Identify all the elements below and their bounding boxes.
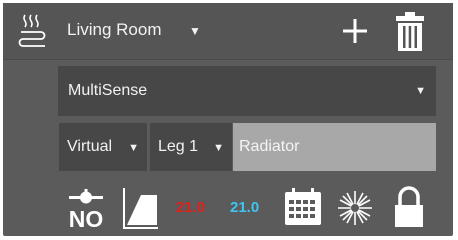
trash-icon[interactable] bbox=[395, 11, 425, 53]
calendar-icon[interactable] bbox=[283, 187, 323, 227]
header-bar: Living Room ▼ bbox=[3, 3, 453, 59]
valve-no-label: NO bbox=[69, 206, 104, 229]
room-select[interactable]: Living Room bbox=[67, 20, 162, 40]
leg-select[interactable]: Leg 1 ▼ bbox=[150, 123, 232, 171]
device-type-label: MultiSense bbox=[68, 82, 148, 99]
plus-icon[interactable] bbox=[341, 17, 369, 45]
sun-icon[interactable] bbox=[336, 189, 374, 227]
chevron-down-icon: ▼ bbox=[213, 142, 224, 154]
lock-icon[interactable] bbox=[393, 185, 425, 229]
header-divider bbox=[3, 59, 453, 60]
chevron-down-icon: ▼ bbox=[415, 85, 426, 97]
setpoint-temperature[interactable]: 21.0 bbox=[176, 199, 205, 216]
thermostat-panel: Living Room ▼ MultiSense ▼ Virtual ▼ Leg… bbox=[3, 3, 453, 236]
leg-label: Leg 1 bbox=[158, 138, 199, 155]
chevron-down-icon: ▼ bbox=[128, 142, 139, 154]
valve-no-icon[interactable]: NO bbox=[67, 187, 105, 232]
chevron-down-icon[interactable]: ▼ bbox=[189, 24, 201, 38]
valve-symbol-icon: NO bbox=[69, 189, 104, 232]
mode-select[interactable]: Virtual ▼ bbox=[59, 123, 147, 171]
current-temperature: 21.0 bbox=[230, 199, 260, 216]
device-name-input[interactable] bbox=[233, 123, 436, 171]
heater-icon bbox=[18, 14, 46, 47]
device-type-select[interactable]: MultiSense ▼ bbox=[58, 66, 436, 116]
curve-icon[interactable] bbox=[121, 187, 159, 231]
mode-label: Virtual bbox=[67, 138, 113, 155]
